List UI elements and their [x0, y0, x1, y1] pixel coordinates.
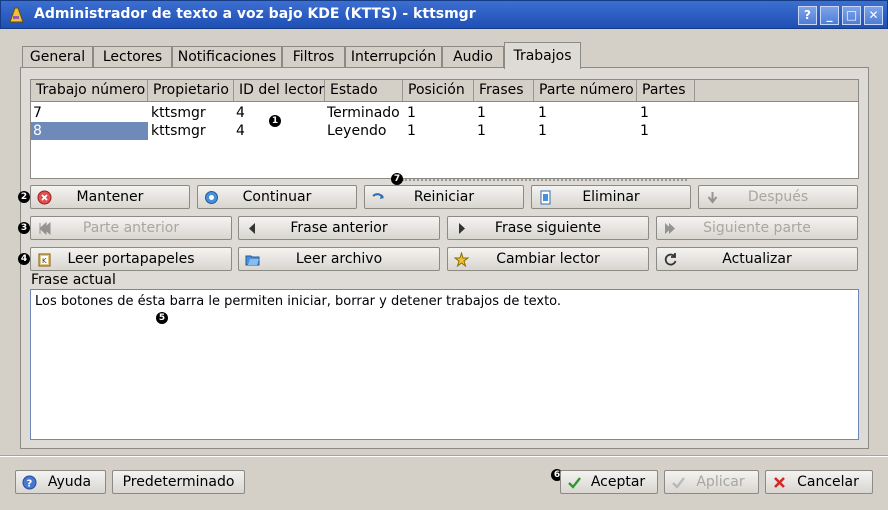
table-cell: 1 — [477, 123, 486, 139]
column-header[interactable]: Estado — [325, 80, 403, 101]
frase-siguiente-button[interactable]: Frase siguiente — [447, 216, 649, 240]
table-cell: 1 — [477, 105, 486, 121]
jobs-table[interactable]: Trabajo número Propietario ID del lector… — [30, 79, 859, 179]
column-header[interactable]: Trabajo número — [31, 80, 148, 101]
predeterminado-button[interactable]: Predeterminado — [112, 470, 245, 494]
tab-trabajos[interactable]: Trabajos — [504, 42, 581, 69]
siguiente-parte-button[interactable]: Siguiente parte — [656, 216, 858, 240]
close-button[interactable]: ✕ — [864, 6, 883, 25]
mantener-button[interactable]: Mantener — [30, 185, 190, 209]
despues-button[interactable]: Después — [698, 185, 858, 209]
tab-notificaciones[interactable]: Notificaciones — [172, 46, 282, 68]
tab-filtros[interactable]: Filtros — [282, 46, 345, 68]
table-cell: Terminado — [327, 105, 400, 121]
table-cell: 1 — [538, 123, 547, 139]
help-window-button[interactable]: ? — [798, 6, 817, 25]
table-cell: kttsmgr — [151, 123, 206, 139]
column-header[interactable]: Partes — [637, 80, 695, 101]
continuar-button[interactable]: Continuar — [197, 185, 357, 209]
ayuda-button[interactable]: ? Ayuda — [15, 470, 106, 494]
column-header[interactable]: Posición — [403, 80, 474, 101]
callout-marker: 5 — [156, 312, 168, 324]
column-header[interactable]: Frases — [474, 80, 534, 101]
table-cell-selected: 8 — [31, 122, 148, 140]
table-cell: 7 — [33, 105, 42, 121]
leer-archivo-button[interactable]: Leer archivo — [238, 247, 440, 271]
callout-marker: 1 — [269, 115, 281, 127]
callout-marker: 2 — [18, 191, 30, 203]
aceptar-button[interactable]: Aceptar — [560, 470, 658, 494]
table-cell: 1 — [640, 105, 649, 121]
minimize-button[interactable]: _ — [820, 6, 839, 25]
svg-text:?: ? — [27, 479, 33, 490]
cambiar-lector-button[interactable]: Cambiar lector — [447, 247, 649, 271]
table-cell: 1 — [407, 105, 416, 121]
table-cell: kttsmgr — [151, 105, 206, 121]
tab-general[interactable]: General — [22, 46, 93, 68]
current-sentence-text[interactable]: Los botones de ésta barra le permiten in… — [30, 289, 859, 440]
column-header[interactable]: Propietario — [148, 80, 234, 101]
table-cell: 4 — [236, 123, 245, 139]
actualizar-button[interactable]: Actualizar — [656, 247, 858, 271]
current-sentence-value: Los botones de ésta barra le permiten in… — [35, 294, 562, 309]
aplicar-button[interactable]: Aplicar — [664, 470, 759, 494]
table-cell: 1 — [640, 123, 649, 139]
column-header[interactable]: Parte número — [534, 80, 637, 101]
reiniciar-button[interactable]: Reiniciar — [364, 185, 524, 209]
callout-marker: 7 — [391, 173, 403, 185]
toolbar-handle[interactable] — [402, 179, 687, 181]
title-bar[interactable]: Administrador de texto a voz bajo KDE (K… — [0, 0, 888, 29]
parte-anterior-button[interactable]: Parte anterior — [30, 216, 232, 240]
cancelar-button[interactable]: Cancelar — [765, 470, 873, 494]
table-cell: Leyendo — [327, 123, 387, 139]
table-cell: 4 — [236, 105, 245, 121]
table-row[interactable]: 7 kttsmgr 4 Terminado 1 1 1 1 — [31, 104, 858, 122]
frase-anterior-button[interactable]: Frase anterior — [238, 216, 440, 240]
window-title: Administrador de texto a voz bajo KDE (K… — [34, 6, 476, 22]
eliminar-button[interactable]: Eliminar — [531, 185, 691, 209]
kttsmgr-app-icon — [9, 7, 24, 23]
tab-interrupcion[interactable]: Interrupción — [345, 46, 442, 68]
current-sentence-label: Frase actual — [31, 272, 116, 288]
callout-marker: 3 — [18, 222, 30, 234]
leer-portapapeles-button[interactable]: K Leer portapapeles — [30, 247, 232, 271]
table-cell: 1 — [538, 105, 547, 121]
table-cell: 1 — [407, 123, 416, 139]
tab-audio[interactable]: Audio — [442, 46, 504, 68]
callout-marker: 4 — [18, 253, 30, 265]
column-header[interactable]: ID del lector — [234, 80, 325, 101]
table-header: Trabajo número Propietario ID del lector… — [31, 80, 858, 102]
maximize-button[interactable]: □ — [842, 6, 861, 25]
table-row[interactable]: 8 kttsmgr 4 Leyendo 1 1 1 1 — [31, 122, 858, 140]
footer-separator — [0, 455, 888, 457]
tab-lectores[interactable]: Lectores — [93, 46, 172, 68]
